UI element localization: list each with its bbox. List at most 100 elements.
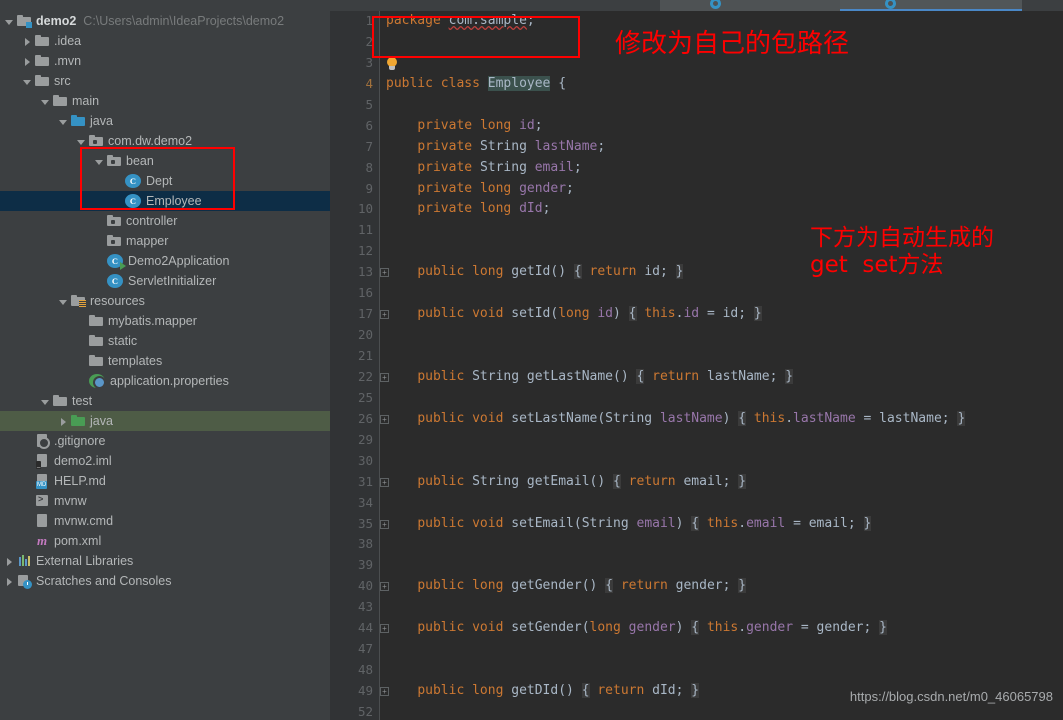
tree-item-demo2-iml[interactable]: _ demo2.iml xyxy=(0,451,330,471)
line-number: 3 xyxy=(365,54,373,70)
chevron-down-icon[interactable] xyxy=(40,96,51,107)
code-line[interactable]: 26 + public void setLastName(String lastN… xyxy=(330,409,1063,430)
package-icon xyxy=(106,233,122,249)
chevron-down-icon[interactable] xyxy=(58,116,69,127)
gitignore-file-icon xyxy=(34,433,50,449)
tree-item-label: mybatis.mapper xyxy=(108,314,197,328)
code-line[interactable]: 9 private long gender; xyxy=(330,179,1063,200)
chevron-right-icon[interactable] xyxy=(58,416,69,427)
tree-item-mvnw[interactable]: > mvnw xyxy=(0,491,330,511)
folder-icon xyxy=(52,393,68,409)
code-line[interactable]: 47 xyxy=(330,639,1063,660)
code-line[interactable]: 7 private String lastName; xyxy=(330,137,1063,158)
tree-item-main[interactable]: main xyxy=(0,91,330,111)
tree-item-demo2application[interactable]: C Demo2Application xyxy=(0,251,330,271)
editor-tab-active[interactable] xyxy=(840,0,1022,11)
tree-item-label: src xyxy=(54,74,71,88)
code-line[interactable]: 8 private String email; xyxy=(330,158,1063,179)
intention-bulb-icon[interactable] xyxy=(386,57,398,71)
tree-item-servletinitializer[interactable]: C ServletInitializer xyxy=(0,271,330,291)
class-file-icon xyxy=(885,0,896,9)
line-number: 13 xyxy=(357,264,373,280)
code-line[interactable]: 31 + public String getEmail() { return em… xyxy=(330,472,1063,493)
tree-item-java[interactable]: java xyxy=(0,111,330,131)
chevron-right-icon[interactable] xyxy=(4,576,15,587)
code-line[interactable]: 30 xyxy=(330,451,1063,472)
tree-item-src[interactable]: src xyxy=(0,71,330,91)
chevron-down-icon[interactable] xyxy=(58,296,69,307)
code-line[interactable]: 22 + public String getLastName() { return… xyxy=(330,367,1063,388)
tree-item-com-dw-demo2[interactable]: com.dw.demo2 xyxy=(0,131,330,151)
code-line[interactable]: 17 + public void setId(long id) { this.id… xyxy=(330,304,1063,325)
chevron-right-icon[interactable] xyxy=(22,56,33,67)
tree-item-java[interactable]: java xyxy=(0,411,330,431)
code-line[interactable]: 6 private long id; xyxy=(330,116,1063,137)
code-line[interactable]: 44 + public void setGender(long gender) {… xyxy=(330,618,1063,639)
code-line[interactable]: 40 + public long getGender() { return gen… xyxy=(330,576,1063,597)
project-tree[interactable]: demo2 C:\Users\admin\IdeaProjects\demo2 .i… xyxy=(0,11,330,591)
code-line[interactable]: 39 xyxy=(330,555,1063,576)
iml-file-icon: _ xyxy=(34,453,50,469)
chevron-down-icon[interactable] xyxy=(40,396,51,407)
tree-item-controller[interactable]: controller xyxy=(0,211,330,231)
code-line[interactable]: 16 xyxy=(330,283,1063,304)
tree-item-dept[interactable]: C Dept xyxy=(0,171,330,191)
line-number: 38 xyxy=(357,536,373,552)
code-content[interactable]: 1 package com.sample; 2 3 4 public class Empl… xyxy=(330,11,1063,720)
tree-item-gitignore[interactable]: .gitignore xyxy=(0,431,330,451)
tree-item-templates[interactable]: templates xyxy=(0,351,330,371)
line-number: 8 xyxy=(365,159,373,175)
tree-item-application-properties[interactable]: application.properties xyxy=(0,371,330,391)
tree-item-resources[interactable]: resources xyxy=(0,291,330,311)
chevron-down-icon[interactable] xyxy=(22,76,33,87)
tree-item-bean[interactable]: bean xyxy=(0,151,330,171)
editor-tab-inactive[interactable] xyxy=(660,0,840,11)
code-line[interactable]: 1 package com.sample; xyxy=(330,11,1063,32)
code-line[interactable]: 11 xyxy=(330,220,1063,241)
tree-item-label: com.dw.demo2 xyxy=(108,134,193,148)
tree-item-mvnw-cmd[interactable]: mvnw.cmd xyxy=(0,511,330,531)
chevron-down-icon[interactable] xyxy=(94,156,105,167)
project-tool-window[interactable]: demo2 C:\Users\admin\IdeaProjects\demo2 .i… xyxy=(0,11,330,720)
tree-item-scratches-and-consoles[interactable]: Scratches and Consoles xyxy=(0,571,330,591)
code-line[interactable]: 29 xyxy=(330,430,1063,451)
code-editor[interactable]: 1 package com.sample; 2 3 4 public class Empl… xyxy=(330,11,1063,720)
code-line[interactable]: 20 xyxy=(330,325,1063,346)
tree-item-label: main xyxy=(72,94,100,108)
code-line[interactable]: 12 xyxy=(330,241,1063,262)
tree-item-mybatis-mapper[interactable]: mybatis.mapper xyxy=(0,311,330,331)
tree-item-static[interactable]: static xyxy=(0,331,330,351)
code-line[interactable]: 34 xyxy=(330,493,1063,514)
code-line[interactable]: 13 + public long getId() { return id; } xyxy=(330,262,1063,283)
tree-item-test[interactable]: test xyxy=(0,391,330,411)
code-line[interactable]: 2 xyxy=(330,32,1063,53)
tree-item-idea[interactable]: .idea xyxy=(0,31,330,51)
tree-item-mapper[interactable]: mapper xyxy=(0,231,330,251)
tree-item-demo2[interactable]: demo2 C:\Users\admin\IdeaProjects\demo2 xyxy=(0,11,330,31)
tree-item-employee[interactable]: C Employee xyxy=(0,191,330,211)
code-line[interactable]: 21 xyxy=(330,346,1063,367)
tree-item-help-md[interactable]: MD HELP.md xyxy=(0,471,330,491)
code-line[interactable]: 48 xyxy=(330,660,1063,681)
tree-item-label: application.properties xyxy=(110,374,229,388)
tree-item-label: mapper xyxy=(126,234,169,248)
chevron-down-icon[interactable] xyxy=(4,16,15,27)
code-line[interactable]: 43 xyxy=(330,597,1063,618)
code-line[interactable]: 3 xyxy=(330,53,1063,74)
tree-item-external-libraries[interactable]: External Libraries xyxy=(0,551,330,571)
code-line[interactable]: 52 xyxy=(330,702,1063,720)
tree-item-mvn[interactable]: .mvn xyxy=(0,51,330,71)
line-number: 2 xyxy=(365,33,373,49)
chevron-right-icon[interactable] xyxy=(4,556,15,567)
line-number: 21 xyxy=(357,348,373,363)
code-line[interactable]: 5 xyxy=(330,95,1063,116)
code-line[interactable]: 10 private long dId; xyxy=(330,199,1063,220)
code-line[interactable]: 38 xyxy=(330,534,1063,555)
code-line[interactable]: 4 public class Employee { xyxy=(330,74,1063,95)
tree-item-pom-xml[interactable]: m pom.xml xyxy=(0,531,330,551)
code-line[interactable]: 25 xyxy=(330,388,1063,409)
chevron-down-icon[interactable] xyxy=(76,136,87,147)
code-line[interactable]: 35 + public void setEmail(String email) {… xyxy=(330,514,1063,535)
chevron-right-icon[interactable] xyxy=(22,36,33,47)
